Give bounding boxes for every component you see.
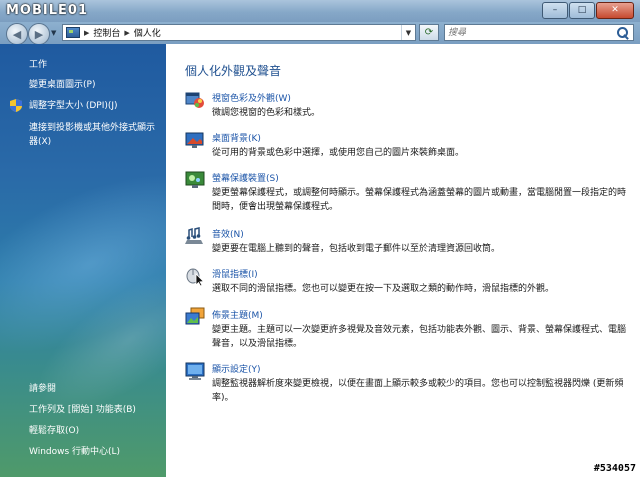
breadcrumb-separator-icon[interactable]: ▶	[124, 29, 129, 37]
desktop-background-description: 從可用的背景或色彩中選擇，或使用您自己的圖片來裝飾桌面。	[212, 148, 465, 158]
back-button[interactable]: ◀	[6, 23, 28, 45]
address-dropdown-icon[interactable]: ▼	[401, 25, 415, 40]
arrow-right-icon: ▶	[34, 27, 44, 41]
main-content: 個人化外觀及聲音 視窗色彩及外觀(W) 微調您視窗的色彩和樣式。 桌面背景(K)…	[166, 44, 640, 477]
address-bar[interactable]: ▶ 控制台 ▶ 個人化 ▼	[62, 24, 416, 41]
screen-saver-description: 變更螢幕保護程式，或調整何時顯示。螢幕保護程式為涵蓋螢幕的圖片或動畫，當電腦閒置…	[212, 188, 627, 212]
breadcrumb-personalization[interactable]: 個人化	[134, 26, 161, 39]
search-icon[interactable]	[616, 26, 630, 40]
breadcrumb-separator-icon[interactable]: ▶	[84, 29, 89, 37]
display-settings-link[interactable]: 顯示設定(Y)	[212, 362, 261, 375]
navigation-bar: ◀ ▶ ▼ ▶ 控制台 ▶ 個人化 ▼ ⟳	[0, 22, 640, 45]
breadcrumb-control-panel[interactable]: 控制台	[93, 26, 120, 39]
mouse-pointer-icon	[186, 268, 205, 286]
refresh-button[interactable]: ⟳	[419, 24, 439, 41]
screensaver-icon	[185, 171, 205, 188]
theme-description: 變更主題。主題可以一次變更許多視覺及音效元素，包括功能表外觀、圖示、背景、螢幕保…	[212, 325, 627, 349]
sidebar-link-connect-projector[interactable]: 連接到投影機或其他外接式顯示器(X)	[29, 121, 161, 149]
maximize-button[interactable]: □	[569, 2, 595, 19]
search-input[interactable]	[445, 26, 616, 39]
sidebar-link-mobility-center[interactable]: Windows 行動中心(L)	[29, 445, 120, 459]
theme-link[interactable]: 佈景主題(M)	[212, 308, 263, 321]
display-settings-icon	[185, 362, 205, 380]
sound-icon	[185, 227, 203, 244]
sounds-link[interactable]: 音效(N)	[212, 227, 244, 240]
screen-saver-link[interactable]: 螢幕保護裝置(S)	[212, 171, 279, 184]
sidebar-link-adjust-font-size[interactable]: 調整字型大小 (DPI)(J)	[29, 99, 118, 113]
mouse-pointers-link[interactable]: 滑鼠指標(I)	[212, 267, 258, 280]
window-controls: – □ ✕	[541, 2, 634, 19]
window-color-link[interactable]: 視窗色彩及外觀(W)	[212, 91, 291, 104]
watermark: #534057	[593, 463, 636, 474]
control-panel-icon	[66, 27, 80, 38]
task-pane: 工作 變更桌面圖示(P) 調整字型大小 (DPI)(J) 連接到投影機或其他外接…	[0, 44, 166, 477]
refresh-icon: ⟳	[424, 27, 434, 38]
window-color-icon	[185, 92, 204, 108]
minimize-button[interactable]: –	[542, 2, 568, 19]
sounds-description: 變更要在電腦上聽到的聲音，包括收到電子郵件以至於清理資源回收筒。	[212, 244, 501, 254]
recent-pages-dropdown-icon[interactable]: ▼	[51, 29, 56, 37]
display-settings-description: 調整監視器解析度來變更檢視，以便在畫面上顯示較多或較少的項目。您也可以控制監視器…	[212, 379, 624, 403]
desktop-background-icon	[185, 132, 204, 148]
close-button[interactable]: ✕	[596, 2, 634, 19]
search-box	[444, 24, 634, 41]
window-color-description: 微調您視窗的色彩和樣式。	[212, 108, 321, 118]
desktop-background-link[interactable]: 桌面背景(K)	[212, 131, 261, 144]
theme-icon	[185, 307, 205, 325]
uac-shield-icon	[10, 99, 22, 112]
title-bar: MOBILE01 – □ ✕	[0, 0, 640, 22]
sidebar-link-taskbar-start-menu[interactable]: 工作列及 [開始] 功能表(B)	[29, 403, 136, 417]
forward-button[interactable]: ▶	[28, 23, 50, 45]
sidebar-link-change-desktop-icons[interactable]: 變更桌面圖示(P)	[29, 78, 95, 92]
page-title: 個人化外觀及聲音	[185, 64, 282, 78]
sidebar-link-ease-of-access[interactable]: 輕鬆存取(O)	[29, 424, 79, 438]
tasks-heading: 工作	[29, 60, 48, 70]
mouse-pointers-description: 選取不同的滑鼠指標。您也可以變更在按一下及選取之類的動作時，滑鼠指標的外觀。	[212, 284, 555, 294]
arrow-left-icon: ◀	[12, 27, 22, 41]
mobile01-logo: MOBILE01	[6, 3, 88, 18]
see-also-heading: 請參閱	[29, 384, 57, 394]
